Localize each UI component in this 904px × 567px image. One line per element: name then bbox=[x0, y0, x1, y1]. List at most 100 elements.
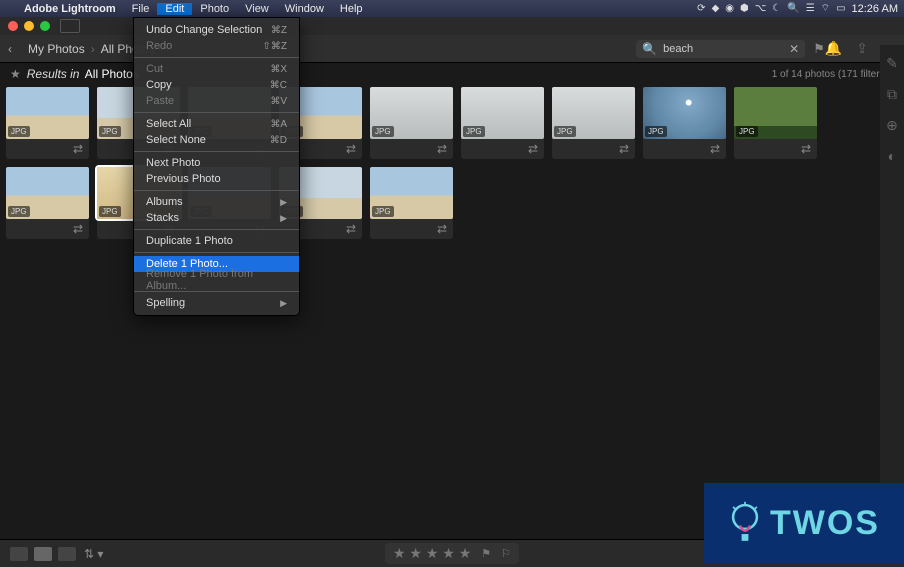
window-zoom-button[interactable] bbox=[40, 21, 50, 31]
menu-photo[interactable]: Photo bbox=[192, 3, 237, 15]
filter-icon[interactable]: ⚑ bbox=[813, 41, 825, 57]
cc-icon[interactable]: ◉ bbox=[725, 3, 734, 14]
star-rating[interactable]: ★ ★ ★ ★ ★ bbox=[393, 545, 471, 562]
menu-item-label: Albums bbox=[146, 196, 183, 208]
photo-cell[interactable]: JPG ⇄ bbox=[370, 87, 453, 159]
breadcrumb-root[interactable]: My Photos bbox=[28, 42, 85, 56]
menu-item-select-all[interactable]: Select All⌘A bbox=[134, 116, 299, 132]
menu-item-label: Duplicate 1 Photo bbox=[146, 235, 233, 247]
photo-thumbnail[interactable]: JPG bbox=[6, 167, 89, 219]
sidebar-toggle-button[interactable] bbox=[60, 19, 80, 33]
menu-item-duplicate-1-photo[interactable]: Duplicate 1 Photo bbox=[134, 233, 299, 249]
photo-cell[interactable]: JPG ⇄ bbox=[552, 87, 635, 159]
photo-thumbnail[interactable]: JPG bbox=[552, 87, 635, 139]
menu-item-next-photo[interactable]: Next Photo bbox=[134, 155, 299, 171]
menu-item-copy[interactable]: Copy⌘C bbox=[134, 77, 299, 93]
edit-panel-icon[interactable]: ✎ bbox=[886, 55, 898, 72]
menu-item-label: Copy bbox=[146, 79, 172, 91]
adjust-icon[interactable]: ⇄ bbox=[801, 142, 811, 156]
right-rail: ✎ ⧉ ⊕ ◐ bbox=[880, 45, 904, 525]
twos-text: TWOS bbox=[770, 504, 880, 543]
moon-icon[interactable]: ☾ bbox=[772, 3, 781, 14]
flag-rejected-icon[interactable]: ⚐ bbox=[501, 547, 511, 560]
menu-item-label: Spelling bbox=[146, 297, 185, 309]
menu-item-label: Select All bbox=[146, 118, 191, 130]
adjust-icon[interactable]: ⇄ bbox=[528, 142, 538, 156]
menubar-clock[interactable]: 12:26 AM bbox=[852, 3, 898, 15]
menu-edit[interactable]: Edit bbox=[157, 3, 192, 15]
photo-thumbnail[interactable]: JPG bbox=[461, 87, 544, 139]
notifications-icon[interactable]: 🔔 bbox=[825, 40, 842, 57]
crop-panel-icon[interactable]: ⧉ bbox=[887, 86, 897, 103]
menu-view[interactable]: View bbox=[237, 3, 277, 15]
photo-cell[interactable]: JPG ⇄ bbox=[370, 167, 453, 239]
dropbox-icon[interactable]: ◆ bbox=[712, 3, 720, 14]
menu-shortcut: ⌘V bbox=[270, 96, 287, 107]
photo-grid-button[interactable] bbox=[34, 547, 52, 561]
adjust-icon[interactable]: ⇄ bbox=[437, 222, 447, 236]
share-icon[interactable]: ⇪ bbox=[856, 40, 868, 57]
photo-thumbnail[interactable]: JPG bbox=[643, 87, 726, 139]
menu-item-label: Previous Photo bbox=[146, 173, 221, 185]
menu-item-spelling[interactable]: Spelling▶ bbox=[134, 295, 299, 311]
spotlight-icon[interactable]: 🔍 bbox=[787, 3, 799, 14]
menu-item-select-none[interactable]: Select None⌘D bbox=[134, 132, 299, 148]
menu-shortcut: ⇧⌘Z bbox=[263, 41, 288, 52]
format-badge: JPG bbox=[99, 206, 121, 217]
photo-thumbnail[interactable]: JPG bbox=[370, 167, 453, 219]
photo-cell[interactable]: JPG ⇄ bbox=[6, 87, 89, 159]
flag-picked-icon[interactable]: ⚑ bbox=[481, 547, 491, 560]
search-field[interactable]: 🔍 ✕ bbox=[636, 40, 805, 58]
photo-cell[interactable]: JPG ⇄ bbox=[643, 87, 726, 159]
adjust-icon[interactable]: ⇄ bbox=[619, 142, 629, 156]
menu-item-undo-change-selection[interactable]: Undo Change Selection⌘Z bbox=[134, 22, 299, 38]
photo-cell[interactable]: JPG ⇄ bbox=[734, 87, 817, 159]
window-close-button[interactable] bbox=[8, 21, 18, 31]
adjust-icon[interactable]: ⇄ bbox=[346, 142, 356, 156]
photo-thumbnail[interactable]: JPG bbox=[6, 87, 89, 139]
format-badge: JPG bbox=[645, 126, 667, 137]
photo-thumbnail[interactable]: JPG bbox=[370, 87, 453, 139]
adjust-icon[interactable]: ⇄ bbox=[346, 222, 356, 236]
photo-cell[interactable]: JPG ⇄ bbox=[461, 87, 544, 159]
chevron-right-icon: ▶ bbox=[280, 197, 287, 208]
adjust-icon[interactable]: ⇄ bbox=[73, 222, 83, 236]
rating-bar[interactable]: ★ ★ ★ ★ ★ ⚑ ⚐ bbox=[385, 543, 519, 564]
chevron-right-icon: ▶ bbox=[280, 213, 287, 224]
wifi-icon[interactable]: ⌔ bbox=[821, 2, 830, 15]
format-badge: JPG bbox=[372, 126, 394, 137]
adjust-icon[interactable]: ⇄ bbox=[73, 142, 83, 156]
cell-footer: ⇄ bbox=[734, 139, 817, 159]
format-badge: JPG bbox=[99, 126, 121, 137]
square-grid-button[interactable] bbox=[58, 547, 76, 561]
control-center-icon[interactable]: ☰ bbox=[806, 3, 815, 14]
cell-footer: ⇄ bbox=[552, 139, 635, 159]
battery-icon[interactable]: ▭ bbox=[836, 3, 845, 14]
photo-thumbnail[interactable]: JPG bbox=[734, 87, 817, 139]
photo-grid-small-button[interactable] bbox=[10, 547, 28, 561]
traffic-lights bbox=[8, 21, 50, 31]
clear-search-icon[interactable]: ✕ bbox=[789, 42, 799, 56]
edit-dropdown-menu[interactable]: Undo Change Selection⌘ZRedo⇧⌘ZCut⌘XCopy⌘… bbox=[133, 17, 300, 316]
menu-help[interactable]: Help bbox=[332, 3, 371, 15]
menu-item-stacks[interactable]: Stacks▶ bbox=[134, 210, 299, 226]
search-input[interactable] bbox=[663, 43, 783, 55]
menu-window[interactable]: Window bbox=[277, 3, 332, 15]
sort-button[interactable]: ⇅ ▾ bbox=[84, 547, 103, 561]
menu-file[interactable]: File bbox=[124, 3, 158, 15]
adjust-icon[interactable]: ⇄ bbox=[437, 142, 447, 156]
switch-icon[interactable]: ⌥ bbox=[755, 3, 767, 14]
star-filter-icon[interactable]: ★ bbox=[10, 67, 21, 81]
back-icon[interactable]: ‹ bbox=[8, 42, 28, 56]
antivirus-icon[interactable]: ⬢ bbox=[740, 3, 749, 14]
adjust-icon[interactable]: ⇄ bbox=[710, 142, 720, 156]
sync-icon[interactable]: ⟳ bbox=[697, 3, 705, 14]
window-minimize-button[interactable] bbox=[24, 21, 34, 31]
menu-item-redo: Redo⇧⌘Z bbox=[134, 38, 299, 54]
menu-item-previous-photo[interactable]: Previous Photo bbox=[134, 171, 299, 187]
photo-cell[interactable]: JPG ⇄ bbox=[6, 167, 89, 239]
mask-panel-icon[interactable]: ◐ bbox=[888, 148, 896, 164]
menu-item-albums[interactable]: Albums ▶ bbox=[134, 194, 299, 210]
heal-panel-icon[interactable]: ⊕ bbox=[886, 117, 898, 134]
menu-item-label: Paste bbox=[146, 95, 174, 107]
